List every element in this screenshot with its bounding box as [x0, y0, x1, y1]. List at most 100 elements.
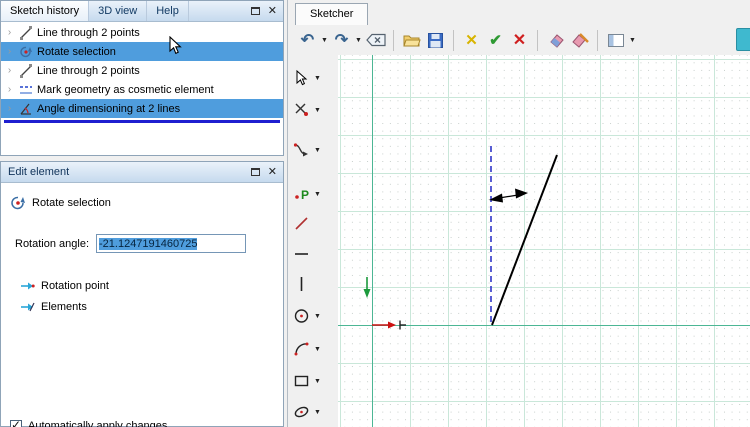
cancel-button[interactable]: ✕ [508, 29, 531, 52]
history-row[interactable]: › Line through 2 points [1, 23, 283, 42]
redo-button[interactable]: ↷ [330, 29, 353, 52]
checkbox-check-icon: ✓ [11, 418, 22, 427]
history-item-label: Line through 2 points [37, 64, 140, 77]
rotation-point-label: Rotation point [41, 280, 109, 292]
tool-point[interactable]: P ▼ [293, 183, 322, 205]
dropdown-icon[interactable]: ▼ [313, 307, 322, 325]
close-icon[interactable]: ✕ [268, 166, 277, 178]
auto-apply-checkbox[interactable]: ✓ [10, 418, 22, 427]
snap-point-icon [295, 103, 308, 116]
auto-apply-row[interactable]: ✓ Automatically apply changes [10, 418, 167, 427]
maximize-icon[interactable] [250, 168, 260, 176]
undo-button[interactable]: ↶ [296, 29, 319, 52]
sketcher-tabstrip: Sketcher [288, 0, 750, 25]
close-icon[interactable]: ✕ [268, 5, 277, 17]
circle-icon [294, 309, 309, 323]
sketch-canvas[interactable] [338, 55, 750, 427]
redo-icon: ↷ [334, 32, 349, 49]
dropdown-icon[interactable]: ▼ [313, 101, 322, 119]
svg-text:P: P [301, 188, 309, 202]
history-row[interactable]: › Mark geometry as cosmetic element [1, 80, 283, 99]
rotation-point-row[interactable]: Rotation point [19, 279, 283, 293]
tab-help[interactable]: Help [147, 1, 189, 21]
tool-curve[interactable]: ▼ [293, 139, 322, 161]
line-icon [18, 63, 34, 78]
open-file-button[interactable] [400, 29, 423, 52]
dropdown-icon[interactable]: ▼ [313, 141, 322, 159]
tool-circle[interactable]: ▼ [293, 305, 322, 327]
expander-icon[interactable]: › [4, 65, 15, 76]
history-item-label: Rotate selection [37, 45, 116, 58]
history-insert-marker [4, 120, 280, 123]
panel-view-dropdown-icon[interactable]: ▼ [628, 29, 637, 52]
cancel-x-icon: ✕ [512, 32, 527, 49]
operation-label: Rotate selection [32, 197, 111, 209]
tab-3d-view[interactable]: 3D view [89, 1, 148, 21]
elements-label: Elements [41, 301, 87, 313]
dropdown-icon[interactable]: ▼ [313, 69, 322, 87]
backspace-button[interactable] [364, 29, 387, 52]
history-list: › Line through 2 points › Rotate selecti… [1, 22, 283, 123]
undo-dropdown-icon[interactable]: ▼ [320, 29, 329, 52]
dropdown-icon[interactable]: ▼ [313, 340, 322, 358]
save-icon [428, 32, 443, 48]
app-window: Sketch history 3D view Help ✕ › Line thr… [0, 0, 750, 427]
history-row[interactable]: › Rotate selection [1, 42, 283, 61]
rotation-angle-input[interactable]: -21.1247191460725 [96, 234, 246, 253]
rotate-icon [18, 45, 34, 59]
redo-dropdown-icon[interactable]: ▼ [354, 29, 363, 52]
elements-icon [19, 300, 35, 314]
sketcher-toolbar: ↶ ▼ ↷ ▼ ✕ ✔ ✕ ▼ [288, 25, 750, 55]
rectangle-icon [294, 375, 309, 387]
dropdown-icon[interactable]: ▼ [313, 185, 322, 203]
save-button[interactable] [424, 29, 447, 52]
sketcher-pane: Sketcher ↶ ▼ ↷ ▼ ✕ ✔ ✕ ▼ ▼ ▼ ▼ P ▼ ▼ ▼ ▼… [287, 0, 750, 427]
vertical-line-icon [300, 277, 303, 291]
clipped-toolbar-icon[interactable] [736, 28, 750, 51]
dropdown-icon[interactable]: ▼ [313, 372, 322, 390]
history-row[interactable]: › Line through 2 points [1, 61, 283, 80]
history-item-label: Angle dimensioning at 2 lines [37, 102, 181, 115]
accept-button[interactable]: ✔ [484, 29, 507, 52]
panel-view-icon [607, 33, 624, 47]
tool-ellipse[interactable]: ▼ [293, 401, 322, 423]
tool-snap-point[interactable]: ▼ [293, 99, 322, 121]
eraser-edit-button[interactable] [568, 29, 591, 52]
expander-icon[interactable]: › [4, 46, 15, 57]
line-2-points-icon [295, 217, 308, 230]
tool-line-2-points[interactable] [293, 213, 311, 235]
history-row[interactable]: › Angle dimensioning at 2 lines [1, 99, 283, 118]
eraser-icon [549, 33, 564, 48]
expander-icon[interactable]: › [4, 27, 15, 38]
rotate-selection-icon [10, 196, 26, 210]
point-icon: P [295, 188, 309, 202]
expander-icon[interactable]: › [4, 103, 15, 114]
sketch-history-panel: Sketch history 3D view Help ✕ › Line thr… [0, 0, 284, 156]
tool-select[interactable]: ▼ [293, 67, 322, 89]
tool-horizontal-line[interactable] [293, 243, 311, 265]
tool-vertical-line[interactable] [293, 273, 311, 295]
toolbar-separator [537, 29, 538, 51]
tool-rectangle[interactable]: ▼ [293, 370, 322, 392]
rotation-angle-value: -21.1247191460725 [99, 237, 198, 250]
tab-sketch-history[interactable]: Sketch history [1, 1, 90, 21]
accept-check-icon: ✔ [489, 32, 502, 49]
edit-element-panel: Edit element ✕ Rotate selection Rotation… [0, 161, 284, 427]
history-tabbar: Sketch history 3D view Help ✕ [1, 1, 283, 22]
panel-view-button[interactable] [604, 29, 627, 52]
maximize-icon[interactable] [250, 7, 260, 15]
elements-row[interactable]: Elements [19, 300, 283, 314]
rotation-point-icon [19, 279, 35, 293]
delete-button[interactable]: ✕ [460, 29, 483, 52]
rotation-angle-label: Rotation angle: [15, 237, 89, 250]
backspace-icon [365, 33, 386, 47]
edit-element-titlebar: Edit element ✕ [1, 162, 283, 183]
dropdown-icon[interactable]: ▼ [313, 403, 322, 421]
eraser-button[interactable] [544, 29, 567, 52]
line-icon [18, 25, 34, 40]
tool-arc[interactable]: ▼ [293, 338, 322, 360]
expander-icon[interactable]: › [4, 84, 15, 95]
select-arrow-icon [296, 69, 308, 86]
ellipse-icon [294, 406, 309, 418]
tab-sketcher[interactable]: Sketcher [295, 3, 369, 25]
